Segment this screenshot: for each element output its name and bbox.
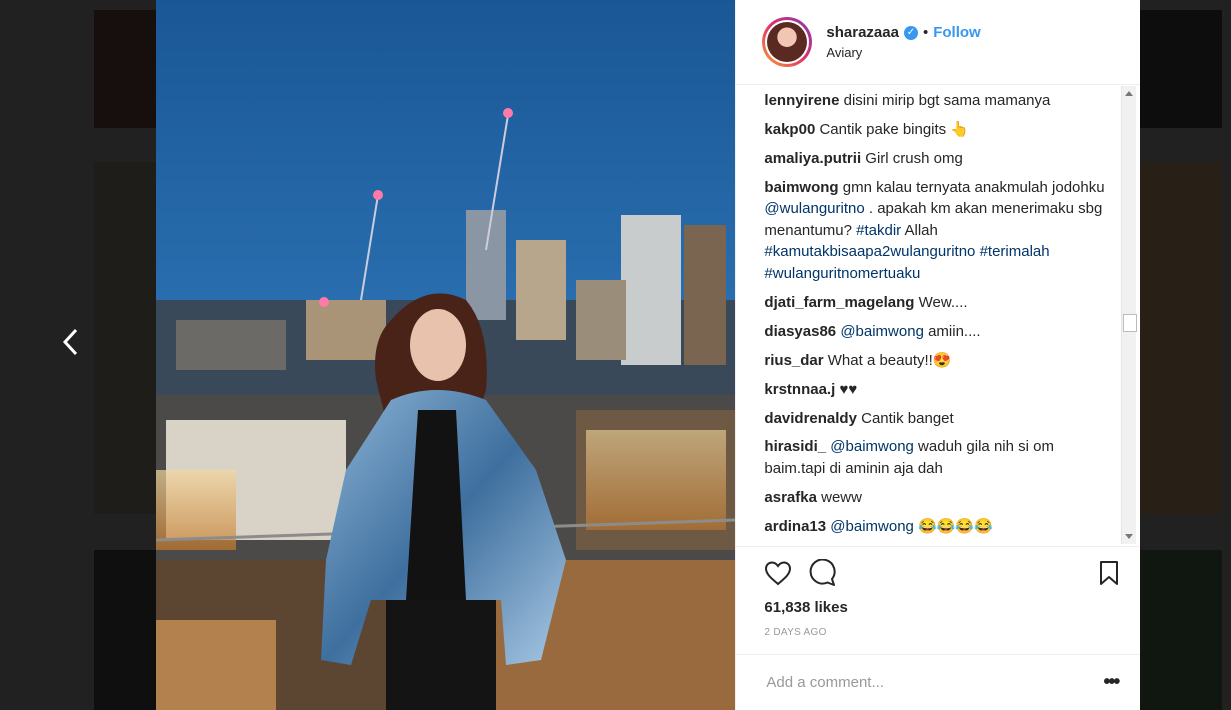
likes-count[interactable]: 61,838 likes	[736, 599, 1140, 616]
mention-link[interactable]: @baimwong	[830, 518, 914, 535]
comment-username-link[interactable]: davidrenaldy	[764, 410, 857, 427]
avatar[interactable]	[762, 17, 813, 67]
comment-username-link[interactable]: kakp00	[764, 121, 815, 138]
comment-item: djati_farm_magelang Wew....	[764, 292, 1110, 314]
more-options-button[interactable]: •••	[1103, 671, 1120, 694]
scroll-up-arrow-icon[interactable]	[1125, 91, 1134, 96]
comment-item: lennyirene disini mirip bgt sama mamanya	[764, 90, 1110, 112]
comment-username-link[interactable]: krstnnaa.j	[764, 381, 835, 398]
avatar-image	[767, 22, 808, 62]
comment-item: hirasidi_ @baimwong waduh gila nih si om…	[764, 436, 1110, 479]
mention-link[interactable]: @baimwong	[830, 438, 914, 455]
mention-link[interactable]: @wulanguritno	[764, 200, 864, 217]
avatar-ring	[765, 20, 810, 64]
add-comment-input[interactable]	[764, 673, 1104, 692]
comment-username-link[interactable]: ardina13	[764, 518, 826, 535]
comment-text: Girl crush omg	[861, 149, 963, 167]
add-comment-bar: •••	[736, 654, 1141, 710]
previous-post-button[interactable]	[56, 322, 86, 362]
comment-item: davidrenaldy Cantik banget	[764, 408, 1110, 430]
chevron-left-icon	[62, 328, 78, 356]
comment-text: ♥♥	[835, 380, 858, 398]
heart-icon	[765, 561, 792, 586]
comment-username-link[interactable]: hirasidi_	[764, 438, 826, 455]
like-button[interactable]	[764, 560, 792, 586]
comments-scrollbar[interactable]	[1121, 86, 1138, 544]
comment-username-link[interactable]: rius_dar	[764, 352, 823, 369]
mention-link[interactable]: @baimwong	[840, 323, 924, 340]
comment-item: asrafka weww	[764, 487, 1110, 509]
username-link[interactable]: sharazaaa	[826, 24, 899, 41]
comment-username-link[interactable]: lennyirene	[764, 92, 839, 109]
comment-username-link[interactable]: amaliya.putrii	[764, 150, 861, 167]
comment-username-link[interactable]: djati_farm_magelang	[764, 294, 914, 311]
hashtag-link[interactable]: #takdir	[856, 222, 901, 239]
comment-list: lennyirene disini mirip bgt sama mamanya…	[736, 86, 1140, 537]
verified-badge-icon: ✓	[903, 25, 918, 40]
comment-item: krstnnaa.j ♥♥	[764, 379, 1110, 401]
comment-text: Allah	[901, 221, 938, 239]
comment-item: baimwong gmn kalau ternyata anakmulah jo…	[764, 177, 1110, 285]
follow-button[interactable]: Follow	[933, 24, 981, 41]
comment-text: 😂😂😂😂	[913, 517, 993, 535]
comment-button[interactable]	[808, 559, 836, 587]
save-button[interactable]	[1098, 560, 1120, 586]
post-photo-image	[156, 0, 736, 710]
comment-item: amaliya.putrii Girl crush omg	[764, 148, 1110, 170]
hashtag-link[interactable]: #kamutakbisaapa2wulanguritno	[764, 243, 975, 260]
comment-text: weww	[816, 488, 862, 506]
separator-dot: •	[922, 24, 929, 41]
comment-username-link[interactable]: asrafka	[764, 489, 817, 506]
post-photo[interactable]	[156, 0, 736, 710]
hashtag-link[interactable]: #wulanguritnomertuaku	[764, 265, 920, 282]
comment-username-link[interactable]: diasyas86	[764, 323, 836, 340]
location-link[interactable]: Aviary	[826, 45, 980, 60]
comments-section[interactable]: lennyirene disini mirip bgt sama mamanya…	[736, 86, 1140, 544]
header-info: sharazaaa ✓ • Follow Aviary	[826, 24, 980, 60]
comment-username-link[interactable]: baimwong	[764, 179, 838, 196]
comment-text: Cantik banget	[856, 409, 954, 427]
post-sidebar: sharazaaa ✓ • Follow Aviary lennyirene d…	[735, 0, 1141, 710]
post-actions: 61,838 likes 2 DAYS AGO	[736, 546, 1141, 638]
comment-item: ardina13 @baimwong 😂😂😂😂	[764, 516, 1110, 538]
comment-item: kakp00 Cantik pake bingits 👆	[764, 119, 1110, 141]
action-icons-row	[736, 547, 1140, 599]
bookmark-icon	[1100, 561, 1119, 585]
post-modal: sharazaaa ✓ • Follow Aviary lennyirene d…	[156, 0, 1141, 710]
scroll-down-arrow-icon[interactable]	[1125, 534, 1134, 539]
scrollbar-thumb[interactable]	[1123, 314, 1138, 332]
hashtag-link[interactable]: #terimalah	[980, 243, 1050, 260]
comment-text: disini mirip bgt sama mamanya	[839, 92, 1051, 109]
comment-text: What a beauty!!😍	[823, 351, 952, 369]
comment-text: gmn kalau ternyata anakmulah jodohku	[838, 178, 1105, 196]
comment-item: rius_dar What a beauty!!😍	[764, 350, 1110, 372]
comment-icon	[810, 559, 836, 586]
comment-text: amiin....	[923, 322, 981, 340]
comment-text: Cantik pake bingits 👆	[815, 120, 970, 138]
comment-text: Wew....	[914, 293, 968, 311]
post-timestamp[interactable]: 2 DAYS AGO	[736, 627, 1140, 638]
comment-item: diasyas86 @baimwong amiin....	[764, 321, 1110, 343]
header-user-row: sharazaaa ✓ • Follow	[826, 24, 980, 41]
post-header: sharazaaa ✓ • Follow Aviary	[736, 0, 1140, 85]
